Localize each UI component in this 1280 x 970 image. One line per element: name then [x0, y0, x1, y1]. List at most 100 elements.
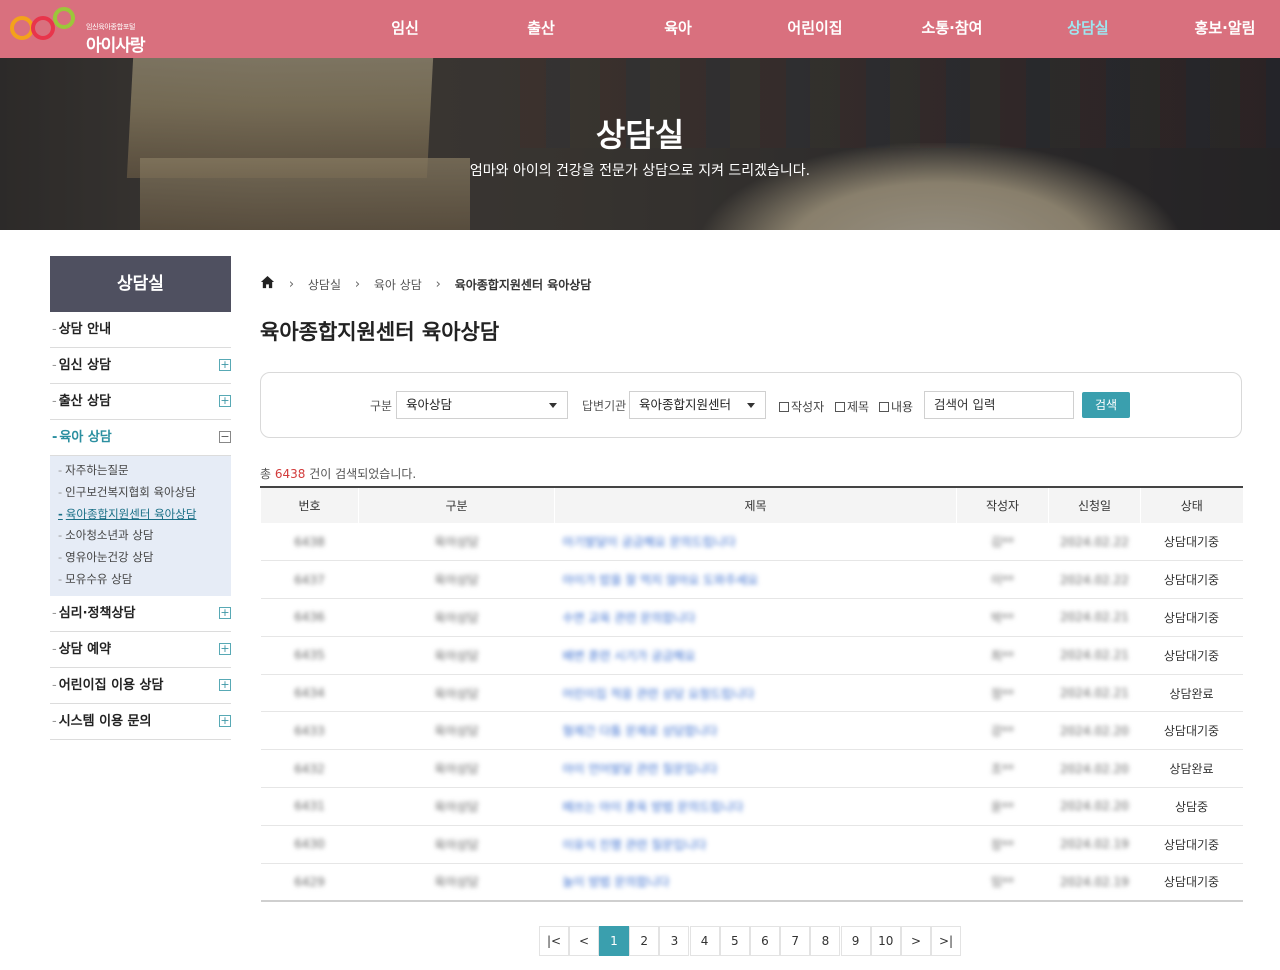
pagination-last-icon[interactable]: >|: [931, 926, 961, 956]
hero-subtitle: 엄마와 아이의 건강을 전문가 상담으로 지켜 드리겠습니다.: [469, 163, 811, 179]
cell-title-link[interactable]: 아기발달이 궁금해요 문의드립니다: [554, 523, 957, 562]
sidebar-item-birth[interactable]: - 출산 상담 +: [50, 384, 231, 420]
pagination-page-5[interactable]: 5: [719, 926, 750, 956]
submenu-item-pediatrics[interactable]: - 소아청소년과 상담: [50, 525, 231, 547]
checkbox-content[interactable]: 내용: [879, 398, 913, 415]
cell-title-link[interactable]: 형제간 다툼 문제로 상담합니다: [554, 711, 957, 751]
pagination-page-1[interactable]: 1: [599, 926, 629, 956]
agency-label: 답변기관: [582, 399, 627, 413]
search-panel: 구분 육아상담 답변기관 육아종합지원센터 작성자 제목 내용 검색어 입력 검…: [260, 372, 1242, 438]
pagination-page-4[interactable]: 4: [689, 926, 720, 956]
cell-status: 상담대기중: [1140, 711, 1243, 751]
result-count: 총 6438 건이 검색되었습니다.: [260, 467, 417, 481]
nav-item-daycare[interactable]: 어린이집: [755, 0, 875, 58]
table-row[interactable]: 6438 육아상담 아기발달이 궁금해요 문의드립니다 김** 2024.02.22 상담…: [260, 523, 1243, 562]
keyword-input[interactable]: 검색어 입력: [924, 391, 1074, 419]
cell-status: 상담대기중: [1140, 825, 1243, 864]
sidebar-item-guide[interactable]: - 상담 안내: [50, 312, 231, 348]
agency-select-value: 육아종합지원센터: [639, 397, 732, 412]
breadcrumb-level1[interactable]: 상담실: [308, 276, 341, 294]
category-label: 구분: [370, 399, 393, 413]
cell-status: 상담대기중: [1140, 636, 1243, 675]
pagination-page-8[interactable]: 8: [810, 926, 841, 956]
sidebar-title: 상담실: [50, 256, 231, 312]
cell-writer: 이**: [956, 560, 1049, 600]
cell-category: 육아상담: [358, 598, 555, 637]
pagination-page-3[interactable]: 3: [659, 926, 690, 956]
breadcrumb: › 상담실 › 육아 상담 › 육아종합지원센터 육아상담: [260, 275, 591, 293]
sidebar-submenu: - 자주하는질문 - 인구보건복지협회 육아상담 - 육아종합지원센터 육아상담 -소…: [50, 456, 231, 596]
table-row[interactable]: 6436 육아상담 수면 교육 관련 문의합니다 박** 2024.02.21 상담대기중: [260, 598, 1243, 637]
submenu-item-breastfeeding[interactable]: - 모유수유 상담: [50, 569, 231, 591]
category-select-value: 육아상담: [406, 397, 453, 412]
site-logo[interactable]: 임신육아종합포털 아이사랑: [8, 6, 158, 56]
cell-writer: 윤**: [956, 787, 1049, 826]
cell-title-link[interactable]: 아이가 밥을 잘 먹지 않아요 도와주세요: [554, 560, 957, 600]
nav-item-community[interactable]: 소통·참여: [892, 0, 1012, 58]
pagination-prev-icon[interactable]: <: [569, 926, 599, 956]
pagination-first-icon[interactable]: |<: [539, 926, 569, 956]
submenu-item-faq[interactable]: - 자주하는질문: [50, 460, 231, 482]
table-row[interactable]: 6433 육아상담 형제간 다툼 문제로 상담합니다 강** 2024.02.20 상담대…: [260, 711, 1243, 751]
home-icon[interactable]: [260, 275, 275, 295]
cell-category: 육아상담: [358, 787, 555, 826]
pagination-page-9[interactable]: 9: [840, 926, 871, 956]
sidebar-item-daycare[interactable]: - 어린이집 이용 상담 +: [50, 668, 231, 704]
sidebar-item-parenting[interactable]: - 육아 상담 −: [50, 420, 231, 456]
nav-item-counseling[interactable]: 상담실: [1028, 0, 1148, 58]
expand-plus-icon[interactable]: +: [219, 643, 231, 655]
submenu-item-eye-health[interactable]: - 영유아눈건강 상담: [50, 547, 231, 569]
table-row[interactable]: 6431 육아상담 떼쓰는 아이 훈육 방법 문의드립니다 윤** 2024.02.20…: [260, 787, 1243, 826]
pagination-page-6[interactable]: 6: [750, 926, 780, 956]
nav-item-notice[interactable]: 홍보·알림: [1165, 0, 1280, 58]
pagination-page-10[interactable]: 10: [870, 926, 901, 956]
breadcrumb-level2[interactable]: 육아 상담: [374, 276, 422, 294]
table-row[interactable]: 6437 육아상담 아이가 밥을 잘 먹지 않아요 도와주세요 이** 2024.02.…: [260, 560, 1243, 600]
pagination-page-7[interactable]: 7: [780, 926, 811, 956]
pagination-page-2[interactable]: 2: [629, 926, 660, 956]
page-title: 육아종합지원센터 육아상담: [260, 320, 500, 344]
expand-plus-icon[interactable]: +: [219, 395, 231, 407]
sidebar-item-pregnancy[interactable]: - 임신 상담 +: [50, 348, 231, 384]
expand-plus-icon[interactable]: +: [219, 679, 231, 691]
nav-item-pregnancy[interactable]: 임신: [345, 0, 465, 58]
cell-title-link[interactable]: 어린이집 적응 관련 상담 요청드립니다: [554, 674, 957, 713]
checkbox-writer[interactable]: 작성자: [779, 398, 824, 415]
cell-writer: 장**: [956, 825, 1049, 864]
checkbox-title[interactable]: 제목: [835, 398, 869, 415]
cell-title-link[interactable]: 이유식 진행 관련 질문입니다: [554, 825, 957, 864]
dropdown-arrow-icon: [747, 403, 755, 408]
table-row[interactable]: 6429 육아상담 놀이 방법 문의합니다 임** 2024.02.19 상담대기중: [260, 863, 1243, 902]
nav-item-parenting[interactable]: 육아: [618, 0, 738, 58]
cell-title-link[interactable]: 수면 교육 관련 문의합니다: [554, 598, 957, 637]
bullet-dash: -: [52, 642, 57, 657]
cell-title-link[interactable]: 떼쓰는 아이 훈육 방법 문의드립니다: [554, 787, 957, 826]
expand-plus-icon[interactable]: +: [219, 715, 231, 727]
submenu-item-childcare-center[interactable]: - 육아종합지원센터 육아상담: [50, 504, 231, 526]
table-row[interactable]: 6435 육아상담 배변 훈련 시기가 궁금해요 최** 2024.02.21 상담대기중: [260, 636, 1243, 675]
search-button[interactable]: 검색: [1082, 392, 1130, 418]
pagination-next-icon[interactable]: >: [901, 926, 931, 956]
table-row[interactable]: 6430 육아상담 이유식 진행 관련 질문입니다 장** 2024.02.19 상담대기…: [260, 825, 1243, 864]
expand-plus-icon[interactable]: +: [219, 607, 231, 619]
table-row[interactable]: 6432 육아상담 아이 언어발달 관련 질문입니다 조** 2024.02.20 상담완…: [260, 749, 1243, 789]
sidebar-item-psychology[interactable]: - 심리·정책상담 +: [50, 596, 231, 632]
table-row[interactable]: 6434 육아상담 어린이집 적응 관련 상담 요청드립니다 정** 2024.02.2…: [260, 674, 1243, 713]
cell-category: 육아상담: [358, 636, 555, 675]
cell-title-link[interactable]: 놀이 방법 문의합니다: [554, 863, 957, 902]
sidebar-item-system[interactable]: - 시스템 이용 문의 +: [50, 704, 231, 740]
cell-title-link[interactable]: 배변 훈련 시기가 궁금해요: [554, 636, 957, 675]
category-select[interactable]: 육아상담: [396, 391, 568, 419]
cell-date: 2024.02.20: [1048, 749, 1141, 789]
collapse-minus-icon[interactable]: −: [219, 431, 231, 443]
nav-item-birth[interactable]: 출산: [481, 0, 601, 58]
cell-number: 6433: [260, 711, 359, 751]
bullet-dash: -: [52, 358, 57, 373]
submenu-item-ppfk[interactable]: - 인구보건복지협회 육아상담: [50, 482, 231, 504]
cell-title-link[interactable]: 아이 언어발달 관련 질문입니다: [554, 749, 957, 789]
expand-plus-icon[interactable]: +: [219, 359, 231, 371]
sidebar-item-reservation[interactable]: - 상담 예약 +: [50, 632, 231, 668]
cell-writer: 김**: [956, 523, 1049, 562]
sidebar-item-label: 출산 상담: [58, 394, 112, 409]
agency-select[interactable]: 육아종합지원센터: [629, 391, 766, 419]
